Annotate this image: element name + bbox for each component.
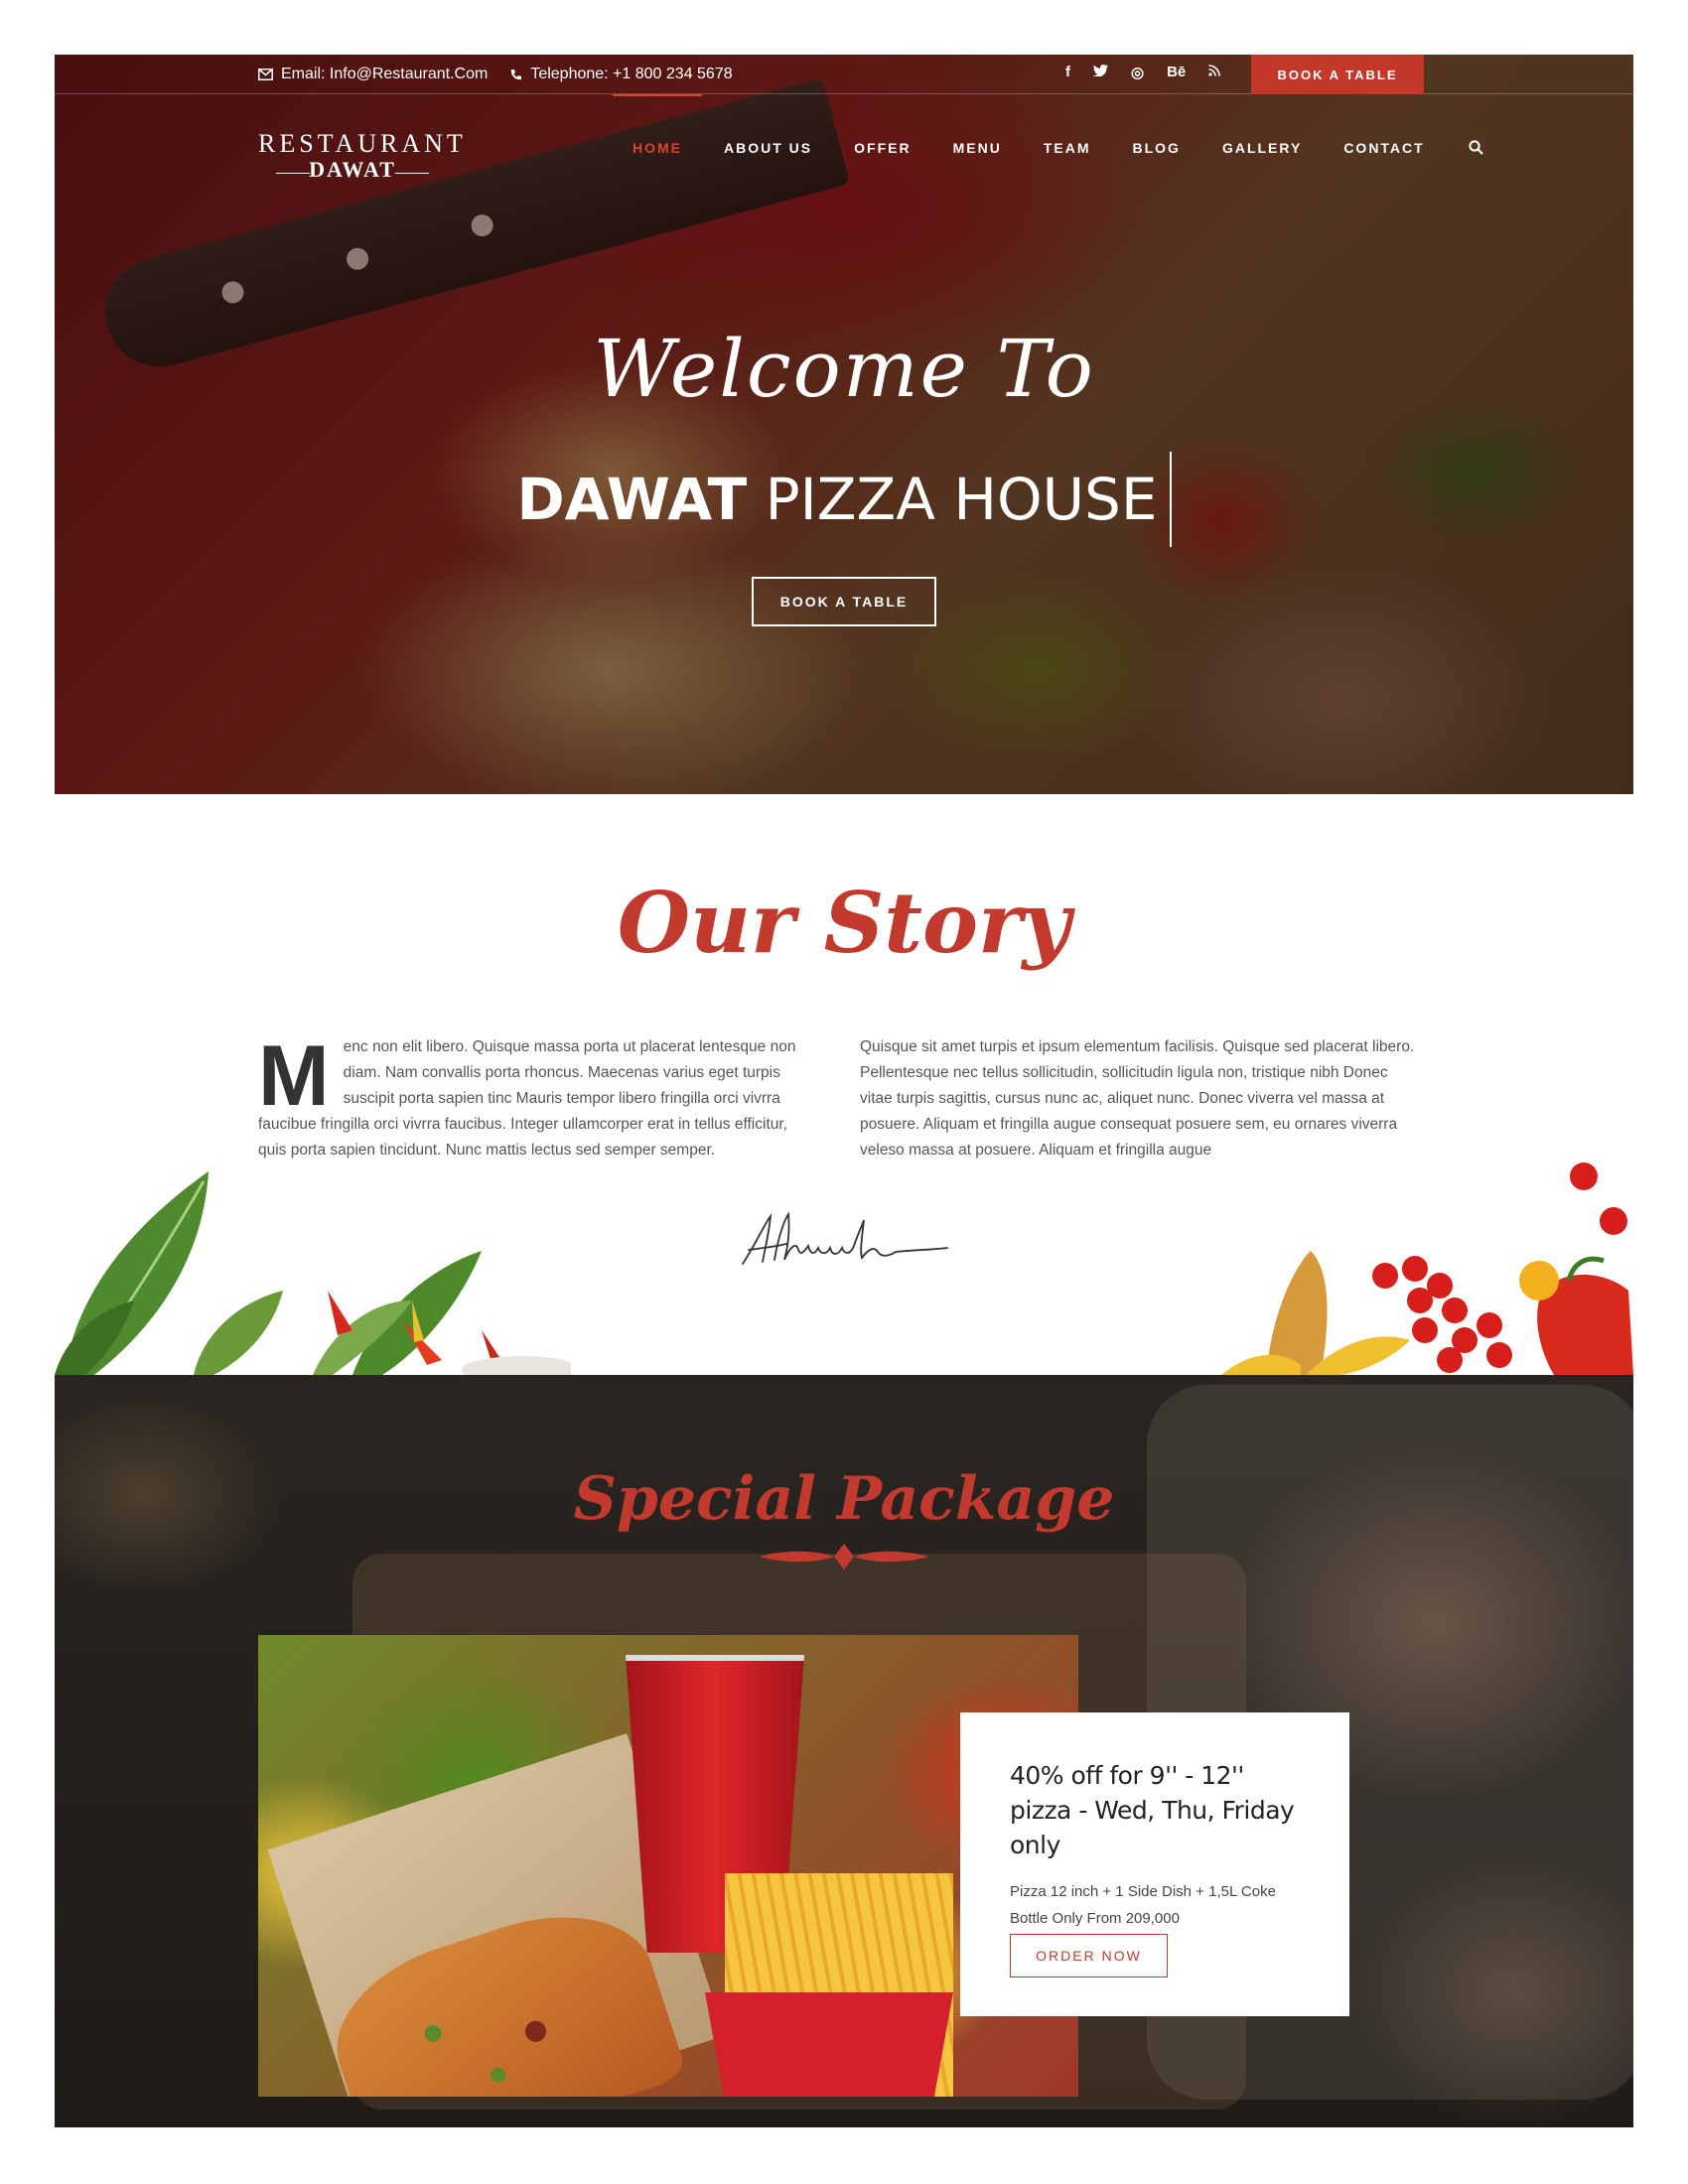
hero-book-table-button[interactable]: BOOK A TABLE — [752, 577, 936, 626]
rss-icon[interactable] — [1208, 64, 1221, 81]
main-nav: HOME ABOUT US OFFER MENU TEAM BLOG GALLE… — [613, 94, 1483, 160]
promo-card: 40% off for 9'' - 12'' pizza - Wed, Thu,… — [960, 1712, 1349, 2016]
special-package-section: Special Package 40% off for 9'' - 12'' p… — [55, 1375, 1633, 2127]
fries-box-shape — [705, 1992, 953, 2097]
hero-title-rest: PIZZA HOUSE — [747, 466, 1158, 533]
email-text: Email: Info@Restaurant.Com — [281, 66, 489, 82]
nav-item-about-us[interactable]: ABOUT US — [724, 140, 812, 160]
story-right-text: Quisque sit amet turpis et ipsum element… — [860, 1038, 1415, 1159]
vegetables-left-image — [55, 1171, 571, 1375]
promo-description: Pizza 12 inch + 1 Side Dish + 1,5L Coke … — [1010, 1883, 1276, 1927]
facebook-icon[interactable]: f — [1065, 64, 1070, 81]
story-title: Our Story — [617, 874, 1071, 972]
nav-item-home[interactable]: HOME — [613, 94, 702, 160]
signature-image — [742, 1211, 948, 1265]
promo-food-image — [258, 1635, 1078, 2097]
hero-welcome: Welcome To — [593, 323, 1095, 415]
phone-item[interactable]: Telephone: +1 800 234 5678 — [509, 66, 733, 83]
logo[interactable]: RESTAURANT DAWAT — [258, 129, 467, 183]
nav-item-team[interactable]: TEAM — [1044, 140, 1091, 160]
story-left-column: M enc non elit libero. Quisque massa por… — [258, 1028, 814, 1163]
nav-item-blog[interactable]: BLOG — [1132, 140, 1180, 160]
nav-item-menu[interactable]: MENU — [953, 140, 1002, 160]
search-icon[interactable] — [1469, 140, 1483, 160]
nav-item-offer[interactable]: OFFER — [854, 140, 911, 160]
logo-line2: DAWAT — [309, 157, 396, 182]
hero-title-bold: DAWAT — [516, 466, 748, 533]
vegetables-right-image — [1221, 1162, 1633, 1375]
typing-cursor — [1169, 452, 1172, 547]
twitter-icon[interactable] — [1093, 64, 1108, 81]
email-item[interactable]: Email: Info@Restaurant.Com — [258, 66, 488, 83]
promo-title: 40% off for 9'' - 12'' pizza - Wed, Thu,… — [1010, 1761, 1295, 1859]
nav-item-contact[interactable]: CONTACT — [1343, 140, 1424, 160]
book-table-top-button[interactable]: BOOK A TABLE — [1251, 55, 1424, 94]
special-title: Special Package — [573, 1464, 1115, 1534]
contact-info: Email: Info@Restaurant.Com Telephone: +1… — [258, 66, 733, 83]
envelope-icon — [258, 68, 273, 80]
hero-title: DAWAT PIZZA HOUSE — [55, 452, 1633, 547]
order-now-button[interactable]: ORDER NOW — [1010, 1934, 1168, 1978]
phone-icon — [511, 68, 522, 79]
story-dropcap: M — [258, 1028, 330, 1124]
hero-section: Email: Info@Restaurant.Com Telephone: +1… — [55, 55, 1633, 794]
behance-icon[interactable]: Bē — [1167, 64, 1186, 81]
phone-text: Telephone: +1 800 234 5678 — [530, 66, 733, 82]
logo-line1: RESTAURANT — [258, 129, 467, 158]
top-bar: Email: Info@Restaurant.Com Telephone: +1… — [55, 55, 1633, 94]
social-links: f ◎ Bē — [1065, 64, 1221, 81]
dribbble-icon[interactable]: ◎ — [1131, 64, 1144, 81]
ornament-divider-icon — [760, 1544, 928, 1570]
nav-item-gallery[interactable]: GALLERY — [1222, 140, 1302, 160]
logo-rule-left — [276, 173, 310, 174]
story-left-text: enc non elit libero. Quisque massa porta… — [258, 1038, 796, 1159]
logo-rule-right — [395, 173, 429, 174]
